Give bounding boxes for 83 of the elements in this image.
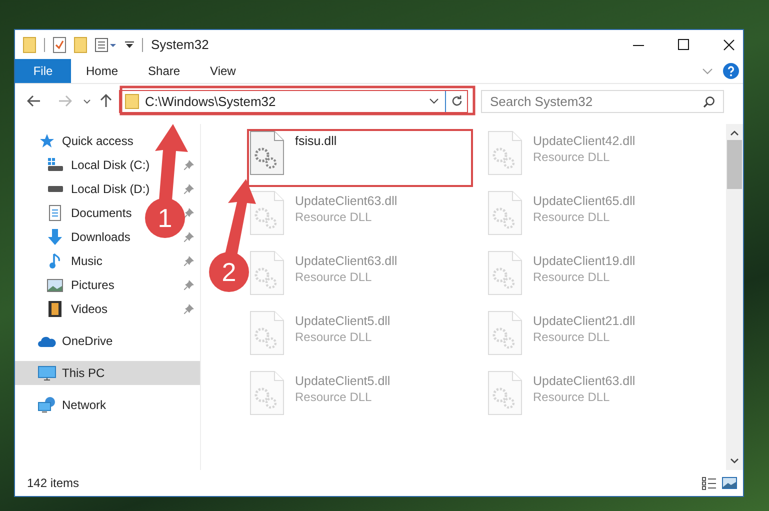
sidebar-item[interactable]: Documents	[15, 201, 132, 225]
folder-icon	[125, 94, 139, 108]
pin-icon[interactable]	[184, 208, 194, 218]
file-type: Resource DLL	[533, 270, 611, 284]
cloud-icon	[38, 336, 56, 346]
down-arrow-icon	[46, 229, 64, 245]
refresh-icon[interactable]	[451, 95, 463, 107]
pin-icon[interactable]	[184, 256, 194, 266]
dropdown-chevron-icon[interactable]	[429, 98, 439, 104]
file-type: Resource DLL	[295, 270, 373, 284]
item-count: 142 items	[27, 476, 80, 490]
scrollbar[interactable]	[726, 124, 743, 470]
pin-icon[interactable]	[184, 280, 194, 290]
ribbon-tab[interactable]: Home	[71, 59, 134, 83]
star-icon	[38, 133, 56, 149]
dll-file-gears-icon[interactable]	[250, 131, 284, 175]
close-icon[interactable]	[723, 38, 735, 50]
network-monitor-icon	[38, 397, 56, 413]
sidebar-item[interactable]: Videos	[15, 297, 108, 321]
scroll-up-icon[interactable]	[730, 130, 739, 136]
file-type: Resource DLL	[533, 210, 611, 224]
sidebar-item[interactable]: OneDrive	[15, 329, 113, 353]
sidebar-item[interactable]: This PC	[15, 361, 200, 385]
file-type: Resource DLL	[295, 330, 373, 344]
step-number-badge: 2	[209, 252, 249, 292]
window-title: System32	[151, 37, 209, 52]
scrollbar-thumb[interactable]	[727, 140, 742, 189]
file-name: UpdateClient5.dll	[295, 314, 390, 328]
sidebar-item[interactable]: Local Disk (D:)	[15, 177, 150, 201]
file-name: UpdateClient63.dll	[533, 374, 636, 388]
scroll-down-icon[interactable]	[730, 458, 739, 464]
forward-arrow-icon[interactable]	[58, 95, 72, 107]
file-name: UpdateClient21.dll	[533, 314, 636, 328]
film-icon	[46, 301, 64, 317]
pin-icon[interactable]	[184, 184, 194, 194]
back-arrow-icon[interactable]	[27, 95, 41, 107]
folder-icon[interactable]	[23, 36, 36, 52]
address-bar[interactable]: C:\Windows\System32	[119, 90, 468, 112]
search-field[interactable]: Search System32	[481, 90, 724, 112]
new-folder-icon[interactable]	[74, 36, 87, 52]
file-name: UpdateClient19.dll	[533, 254, 636, 268]
layout-dropdown-icon[interactable]	[95, 38, 117, 52]
file-name: UpdateClient65.dll	[533, 194, 636, 208]
ribbon-tab[interactable]: View	[195, 59, 251, 83]
file-type: Resource DLL	[533, 330, 611, 344]
maximize-icon[interactable]	[678, 38, 690, 50]
sidebar-item[interactable]: Local Disk (C:)	[15, 153, 150, 177]
monitor-icon	[38, 366, 56, 380]
help-icon[interactable]	[723, 63, 739, 79]
sidebar-item[interactable]: Quick access	[15, 129, 134, 153]
pin-icon[interactable]	[184, 232, 194, 242]
file-type: Resource DLL	[295, 390, 373, 404]
file-type: Resource DLL	[533, 150, 611, 164]
large-icons-view-icon[interactable]	[722, 477, 737, 489]
file-name: fsisu.dll	[295, 134, 337, 148]
properties-icon[interactable]	[53, 36, 66, 52]
pin-icon[interactable]	[184, 304, 194, 314]
ribbon-tab[interactable]: Share	[133, 59, 196, 83]
document-icon	[46, 205, 64, 221]
file-type: Resource DLL	[295, 210, 373, 224]
file-tile[interactable]: fsisu.dll	[247, 129, 473, 187]
windows-drive-icon	[46, 158, 64, 172]
step-number-badge: 1	[145, 198, 185, 238]
address-path: C:\Windows\System32	[145, 94, 277, 108]
expand-ribbon-chevron-icon[interactable]	[702, 68, 713, 74]
recent-chevron-icon[interactable]	[83, 98, 91, 104]
file-name: UpdateClient63.dll	[295, 254, 398, 268]
sidebar-item[interactable]: Downloads	[15, 225, 130, 249]
sidebar-item[interactable]: Music	[15, 249, 102, 273]
sidebar-item[interactable]: Pictures	[15, 273, 114, 297]
sidebar-item[interactable]: Network	[15, 393, 106, 417]
drive-icon	[46, 186, 64, 192]
up-arrow-icon[interactable]	[100, 94, 112, 108]
file-menu-button[interactable]: File	[15, 59, 71, 83]
search-icon	[703, 96, 715, 108]
file-name: UpdateClient5.dll	[295, 374, 390, 388]
file-name: UpdateClient63.dll	[295, 194, 398, 208]
file-type: Resource DLL	[533, 390, 611, 404]
file-name: UpdateClient42.dll	[533, 134, 636, 148]
picture-icon	[46, 278, 64, 292]
pin-icon[interactable]	[184, 160, 194, 170]
customize-caret-icon[interactable]	[125, 40, 134, 50]
details-view-icon[interactable]	[702, 476, 716, 490]
